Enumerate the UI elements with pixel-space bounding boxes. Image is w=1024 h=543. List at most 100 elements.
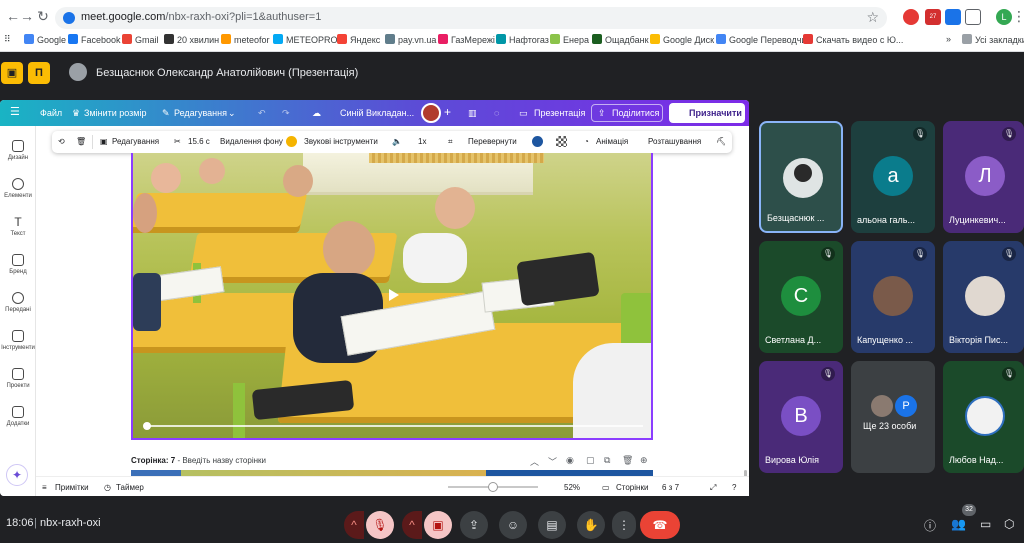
- bookmark-google[interactable]: Google: [24, 34, 66, 45]
- delete-page-icon[interactable]: 🗑: [622, 455, 633, 466]
- more-participants-tile[interactable]: P Ще 23 особи: [851, 361, 935, 473]
- project-title[interactable]: Синій Викладан...: [340, 108, 414, 118]
- more-options-button[interactable]: ⋮: [612, 511, 636, 539]
- sidebar-item-brand[interactable]: Бренд: [0, 254, 36, 275]
- bookmark-meteoprog[interactable]: METEOPROG: [273, 34, 345, 45]
- insights-icon[interactable]: ▥: [468, 108, 477, 119]
- speaker-icon[interactable]: 🔈: [392, 137, 402, 146]
- participant-tile[interactable]: 🎙 В Вирова Юлія: [759, 361, 843, 473]
- leave-call-button[interactable]: ☎: [640, 511, 680, 539]
- chevron-down-icon[interactable]: ⌄: [228, 108, 236, 119]
- trim-duration[interactable]: 15.6 с: [188, 137, 210, 146]
- audio-options-caret-icon[interactable]: ^: [344, 511, 364, 539]
- address-bar[interactable]: meet.google.com/nbx-raxh-oxi?pli=1&authu…: [55, 7, 887, 29]
- video-options-caret-icon[interactable]: ^: [402, 511, 422, 539]
- bookmark-gmail[interactable]: Gmail: [122, 34, 159, 45]
- present-screen-button[interactable]: ⇪: [460, 511, 488, 539]
- collaborator-avatar[interactable]: [421, 103, 441, 123]
- chevron-down-icon[interactable]: ﹀: [548, 455, 557, 468]
- bookmark-translate[interactable]: Google Переводчик: [716, 34, 810, 45]
- page-title-placeholder[interactable]: Введіть назву сторінки: [182, 456, 266, 465]
- classroom-video[interactable]: [131, 153, 653, 440]
- comment-icon[interactable]: ◌: [494, 108, 499, 118]
- participant-tile[interactable]: 🎙 а альона галь...: [851, 121, 935, 233]
- participant-tile[interactable]: 🎙 С Светлана Д...: [759, 241, 843, 353]
- activities-icon[interactable]: ⬡: [1004, 517, 1014, 531]
- raise-hand-button[interactable]: ✋: [577, 511, 605, 539]
- crop-icon[interactable]: ⌗: [448, 137, 453, 147]
- speed-button[interactable]: 1x: [418, 137, 426, 146]
- add-page-icon[interactable]: ⊕: [640, 455, 648, 466]
- pages-button[interactable]: Сторінки: [616, 483, 648, 492]
- zoom-handle[interactable]: [488, 482, 498, 492]
- fullscreen-icon[interactable]: ⤢: [710, 483, 716, 493]
- captions-button[interactable]: ▤: [538, 511, 566, 539]
- notes-button[interactable]: Примітки: [55, 483, 89, 492]
- extension-badge[interactable]: 27: [925, 9, 941, 25]
- chevron-up-icon[interactable]: ︿: [530, 455, 539, 468]
- paint-roller-icon[interactable]: ⛏: [716, 137, 726, 146]
- mic-off-button[interactable]: 🎙: [366, 511, 394, 539]
- extension-icon[interactable]: [945, 9, 961, 25]
- all-bookmarks[interactable]: Усі закладки: [962, 34, 1024, 45]
- bookmark-naftogaz[interactable]: Нафтогаз: [496, 34, 549, 45]
- undo-icon[interactable]: ↶: [258, 108, 266, 119]
- remove-bg-button[interactable]: Видалення фону: [220, 137, 283, 146]
- bookmark-facebook[interactable]: Facebook: [68, 34, 121, 45]
- sidebar-item-text[interactable]: T Текст: [0, 216, 36, 237]
- video-progress-track[interactable]: [147, 425, 643, 427]
- redo-icon[interactable]: ↷: [282, 108, 290, 119]
- bookmark-meteofor[interactable]: meteofor: [221, 34, 270, 45]
- zoom-level[interactable]: 52%: [564, 483, 580, 492]
- more-bookmarks-icon[interactable]: »: [946, 34, 951, 44]
- lock-icon[interactable]: ▢: [586, 455, 595, 466]
- bookmark-video[interactable]: Скачать видео с Ю...: [803, 34, 903, 45]
- assign-button[interactable]: Призначити: [669, 103, 745, 123]
- duplicate-icon[interactable]: ⧉: [604, 455, 610, 466]
- color-swatch[interactable]: [532, 136, 543, 147]
- present-icon[interactable]: ▭: [519, 108, 528, 119]
- emoji-button[interactable]: ☺: [499, 511, 527, 539]
- edit-video-button[interactable]: Редагування: [112, 137, 159, 146]
- bookmark-oschadbank[interactable]: Ощадбанк: [592, 34, 649, 45]
- position-button[interactable]: Розташування: [648, 137, 701, 146]
- sidebar-item-apps[interactable]: Додатки: [0, 406, 36, 427]
- menu-edit[interactable]: Редагування: [174, 108, 227, 118]
- flip-button[interactable]: Перевернути: [468, 137, 517, 146]
- extensions-puzzle-icon[interactable]: [965, 9, 981, 25]
- opera-extension-icon[interactable]: [903, 9, 919, 25]
- menu-resize[interactable]: Змінити розмір: [84, 108, 147, 118]
- camera-off-button[interactable]: ▣: [424, 511, 452, 539]
- page-title-row[interactable]: Сторінка: 7 - Введіть назву сторінки: [131, 456, 266, 465]
- sidebar-item-design[interactable]: Дизайн: [0, 140, 36, 161]
- sidebar-item-elements[interactable]: Елементи: [0, 178, 36, 199]
- trash-icon[interactable]: 🗑: [76, 137, 86, 146]
- presentation-icon[interactable]: П: [28, 62, 50, 84]
- chat-icon[interactable]: ▭: [980, 517, 991, 531]
- menu-resize-icon[interactable]: ♛: [72, 108, 80, 119]
- menu-file[interactable]: Файл: [40, 108, 62, 118]
- present-button[interactable]: Презентація: [534, 108, 585, 118]
- play-icon[interactable]: [389, 289, 399, 301]
- people-icon[interactable]: 👥: [951, 517, 966, 531]
- menu-icon[interactable]: ⋮: [1010, 7, 1024, 25]
- share-button[interactable]: Поділитися: [612, 108, 659, 118]
- sidebar-item-tools[interactable]: Інструменти: [0, 330, 36, 351]
- zoom-slider[interactable]: [448, 482, 538, 492]
- meeting-info-icon[interactable]: ⓘ: [924, 517, 936, 534]
- participant-tile[interactable]: 🎙 Л Луцинкевич...: [943, 121, 1024, 233]
- audio-tools-button[interactable]: Звукові інструменти: [304, 137, 378, 146]
- sidebar-item-uploads[interactable]: Передані: [0, 292, 36, 313]
- bookmark-drive[interactable]: Google Диск: [650, 34, 714, 45]
- bookmark-yandex[interactable]: Яндекс: [337, 34, 380, 45]
- participant-tile[interactable]: 🎙 Капущенко ...: [851, 241, 935, 353]
- timer-button[interactable]: Таймер: [116, 483, 144, 492]
- eye-icon[interactable]: ◉: [566, 455, 574, 466]
- stop-presenting-icon[interactable]: ▣: [1, 62, 23, 84]
- reload-icon[interactable]: ↻: [34, 7, 52, 25]
- bookmark-20hv[interactable]: 20 хвилин: [164, 34, 219, 45]
- edit-pencil-icon[interactable]: ✎: [162, 108, 170, 119]
- magic-sparkle-icon[interactable]: ✦: [6, 464, 28, 486]
- apps-icon[interactable]: ⠿: [4, 34, 11, 45]
- site-info-icon[interactable]: [63, 12, 75, 24]
